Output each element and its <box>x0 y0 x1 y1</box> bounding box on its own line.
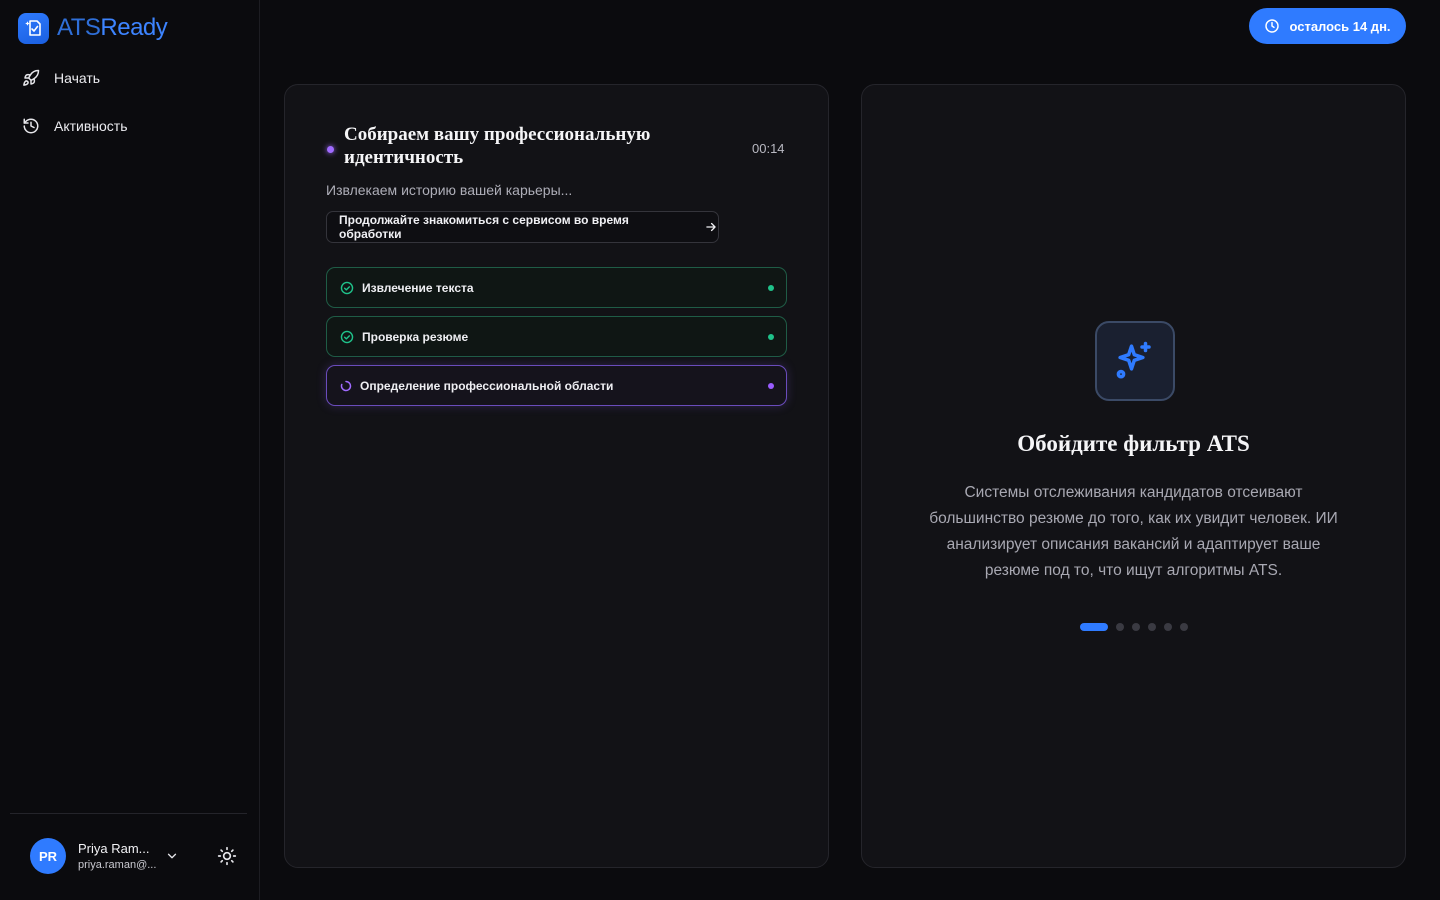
carousel-dot-4[interactable] <box>1147 623 1156 631</box>
logo-icon <box>18 12 49 44</box>
user-name: Priya Ram... <box>78 841 150 856</box>
sidebar-item-activity[interactable]: Активность <box>22 114 128 138</box>
arrow-right-icon <box>706 222 716 232</box>
continue-exploring-button[interactable]: Продолжайте знакомиться с сервисом во вр… <box>326 211 719 243</box>
carousel-pagination <box>862 623 1405 631</box>
carousel-dot-6[interactable] <box>1179 623 1188 631</box>
history-icon <box>23 118 39 134</box>
trial-remaining-button[interactable]: осталось 14 дн. <box>1249 8 1406 44</box>
carousel-dot-1[interactable] <box>1079 623 1108 631</box>
check-circle-icon <box>340 330 354 343</box>
rocket-icon <box>23 69 40 86</box>
step-resume-check: Проверка резюме <box>326 316 787 357</box>
step-label: Проверка резюме <box>362 329 469 344</box>
logo[interactable]: ATSReady <box>18 12 168 44</box>
feature-carousel: Обойдите фильтр ATS Системы отслеживания… <box>861 84 1406 868</box>
step-label: Извлечение текста <box>362 280 474 295</box>
feature-description: Системы отслеживания кандидатов отсеиваю… <box>929 484 1338 579</box>
clock-icon <box>1265 19 1280 33</box>
sparkles-icon <box>1116 341 1151 379</box>
feature-icon-tile <box>1095 321 1175 401</box>
continue-label: Продолжайте знакомиться с сервисом во вр… <box>339 213 629 241</box>
sun-icon[interactable] <box>217 846 237 866</box>
trial-label: осталось 14 дн. <box>1289 18 1391 34</box>
step-label: Определение профессиональной области <box>360 378 614 393</box>
processing-timer: 00:14 <box>752 141 785 156</box>
processing-title: Собираем вашу профессиональную идентично… <box>344 124 651 168</box>
processing-card: Собираем вашу профессиональную идентично… <box>284 84 829 868</box>
step-text-extraction: Извлечение текста <box>326 267 787 308</box>
status-dot <box>768 383 774 389</box>
chevron-down-icon[interactable] <box>165 849 179 863</box>
status-indicator <box>327 146 334 153</box>
carousel-dot-5[interactable] <box>1163 623 1172 631</box>
processing-subtitle: Извлекаем историю вашей карьеры... <box>326 182 573 198</box>
sidebar-divider <box>10 813 247 814</box>
status-dot <box>768 285 774 291</box>
sidebar-item-start[interactable]: Начать <box>22 66 100 90</box>
check-circle-icon <box>340 281 354 294</box>
user-menu[interactable]: PR Priya Ram... priya.raman@... <box>30 838 156 874</box>
step-professional-field: Определение профессиональной области <box>326 365 787 406</box>
sidebar: ATSReady Начать Активность PR Priya Ram.… <box>0 0 260 900</box>
brand-name: ATSReady <box>57 14 168 41</box>
carousel-dot-2[interactable] <box>1115 623 1124 631</box>
sidebar-item-label: Активность <box>54 118 128 134</box>
status-dot <box>768 334 774 340</box>
avatar: PR <box>30 838 66 874</box>
user-email: priya.raman@... <box>78 859 157 871</box>
carousel-dot-3[interactable] <box>1131 623 1140 631</box>
spinner-icon <box>340 380 352 391</box>
feature-title: Обойдите фильтр ATS <box>1017 431 1250 456</box>
sidebar-item-label: Начать <box>54 70 101 86</box>
